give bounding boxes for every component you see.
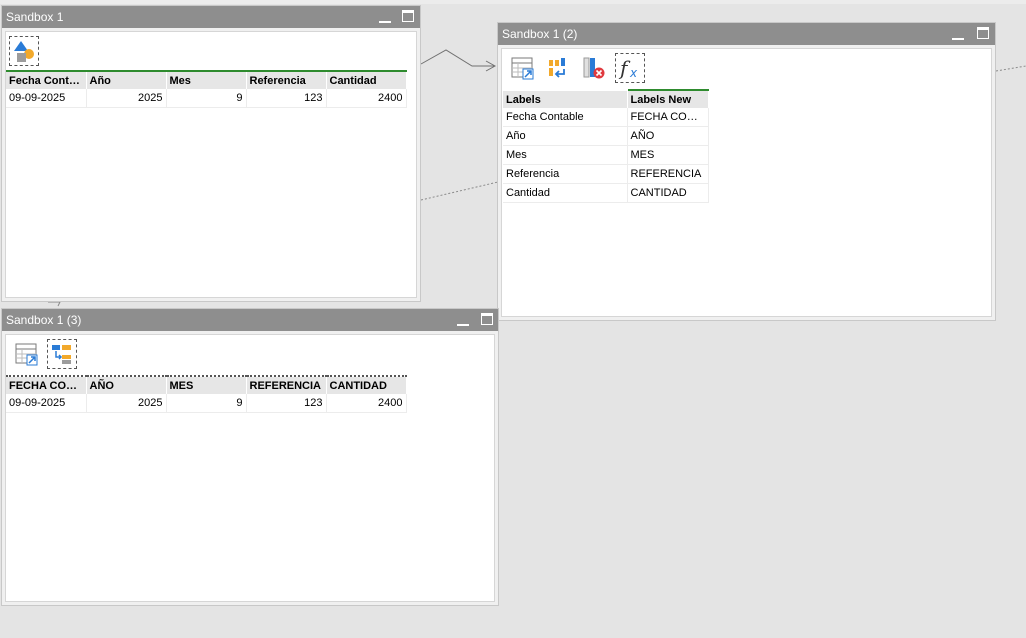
cell[interactable]: 09-09-2025 — [6, 394, 87, 413]
column-header[interactable]: Fecha Conta... — [6, 70, 87, 89]
data-grid[interactable]: FECHA CON... AÑO MES REFERENCIA CANTIDAD… — [6, 375, 407, 413]
window-title: Sandbox 1 (3) — [6, 313, 82, 327]
connector-dotted-right — [995, 65, 1026, 72]
maximize-icon[interactable] — [402, 10, 414, 22]
cell[interactable]: Cantidad — [503, 183, 628, 203]
cell[interactable]: Fecha Contable — [503, 108, 628, 127]
columns-rename-icon — [52, 345, 71, 364]
connector-w1-w3 — [48, 301, 61, 307]
svg-text:x: x — [629, 66, 638, 80]
column-header[interactable]: REFERENCIA — [246, 375, 327, 394]
connector-w2-arrow — [485, 60, 497, 72]
table-row[interactable]: Año AÑO — [503, 126, 709, 146]
sandbox-window-2[interactable]: Sandbox 1 (2) f x Labels Labels New Fech… — [497, 22, 996, 321]
cell[interactable]: FECHA CONT... — [627, 108, 709, 127]
window-titlebar[interactable]: Sandbox 1 (3) — [2, 309, 498, 331]
cell[interactable]: AÑO — [627, 126, 709, 146]
connector-w1-w2 — [420, 49, 494, 67]
canvas-top-edge — [0, 0, 1026, 4]
window-content: Fecha Conta... Año Mes Referencia Cantid… — [5, 31, 417, 298]
column-header[interactable]: Mes — [166, 70, 247, 89]
columns-rename-button[interactable] — [47, 339, 77, 369]
cell[interactable]: REFERENCIA — [627, 164, 709, 184]
maximize-icon[interactable] — [977, 27, 989, 39]
table-row[interactable]: Referencia REFERENCIA — [503, 164, 709, 184]
cell[interactable]: Año — [503, 126, 628, 146]
window-titlebar[interactable]: Sandbox 1 — [2, 6, 420, 28]
cell[interactable]: 2025 — [86, 394, 167, 413]
cell[interactable]: 123 — [246, 394, 327, 413]
shapes-icon — [14, 41, 34, 62]
column-header[interactable]: MES — [166, 375, 247, 394]
window-content: FECHA CON... AÑO MES REFERENCIA CANTIDAD… — [5, 334, 495, 602]
cell[interactable]: 2025 — [86, 89, 167, 108]
table-link-button[interactable] — [508, 53, 538, 83]
table-row[interactable]: Mes MES — [503, 145, 709, 165]
cell[interactable]: 123 — [246, 89, 327, 108]
table-row[interactable]: Cantidad CANTIDAD — [503, 183, 709, 203]
grid-header-row: Labels Labels New — [503, 89, 709, 108]
cell[interactable]: Mes — [503, 145, 628, 165]
table-link-button[interactable] — [12, 339, 42, 369]
grid-header-row: FECHA CON... AÑO MES REFERENCIA CANTIDAD — [6, 375, 407, 394]
column-delete-button[interactable] — [579, 53, 609, 83]
shapes-tool-button[interactable] — [9, 36, 39, 66]
cell[interactable]: 2400 — [326, 394, 407, 413]
minimize-icon[interactable] — [951, 27, 965, 41]
column-header[interactable]: Labels — [503, 90, 628, 108]
column-delete-icon — [583, 57, 605, 79]
labels-grid[interactable]: Labels Labels New Fecha Contable FECHA C… — [503, 89, 709, 203]
column-move-icon — [549, 58, 565, 78]
sandbox-window-3[interactable]: Sandbox 1 (3) FECHA CON... AÑO MES REFER… — [1, 308, 499, 606]
cell[interactable]: Referencia — [503, 164, 628, 184]
window-titlebar[interactable]: Sandbox 1 (2) — [498, 23, 995, 45]
minimize-icon[interactable] — [456, 313, 470, 327]
table-row[interactable]: 09-09-2025 2025 9 123 2400 — [6, 394, 407, 413]
column-header[interactable]: CANTIDAD — [326, 375, 407, 394]
cell[interactable]: 9 — [166, 89, 247, 108]
connector-dotted-w1 — [420, 181, 499, 201]
formula-button[interactable]: f x — [615, 53, 645, 83]
column-header[interactable]: AÑO — [86, 375, 167, 394]
window-title: Sandbox 1 (2) — [502, 27, 578, 41]
cell[interactable]: 2400 — [326, 89, 407, 108]
cell[interactable]: CANTIDAD — [627, 183, 709, 203]
table-link-icon — [511, 57, 534, 80]
cell[interactable]: 09-09-2025 — [6, 89, 87, 108]
formula-fx-icon: f x — [618, 56, 638, 80]
column-header[interactable]: Cantidad — [326, 70, 407, 89]
table-link-icon — [15, 343, 38, 366]
cell[interactable]: MES — [627, 145, 709, 165]
column-header[interactable]: Referencia — [246, 70, 327, 89]
column-header[interactable]: FECHA CON... — [6, 375, 87, 394]
cell[interactable]: 9 — [166, 394, 247, 413]
window-title: Sandbox 1 — [6, 10, 64, 24]
table-row[interactable]: 09-09-2025 2025 9 123 2400 — [6, 89, 407, 108]
window-content: f x Labels Labels New Fecha Contable FEC… — [501, 48, 992, 317]
table-row[interactable]: Fecha Contable FECHA CONT... — [503, 108, 709, 127]
column-header[interactable]: Labels New — [627, 89, 709, 108]
column-move-button[interactable] — [543, 53, 573, 83]
grid-header-row: Fecha Conta... Año Mes Referencia Cantid… — [6, 70, 407, 89]
data-grid[interactable]: Fecha Conta... Año Mes Referencia Cantid… — [6, 70, 407, 108]
column-header[interactable]: Año — [86, 70, 167, 89]
sandbox-window-1[interactable]: Sandbox 1 Fecha Conta... Año Mes Referen… — [1, 5, 421, 302]
maximize-icon[interactable] — [481, 313, 493, 325]
minimize-icon[interactable] — [378, 10, 392, 24]
